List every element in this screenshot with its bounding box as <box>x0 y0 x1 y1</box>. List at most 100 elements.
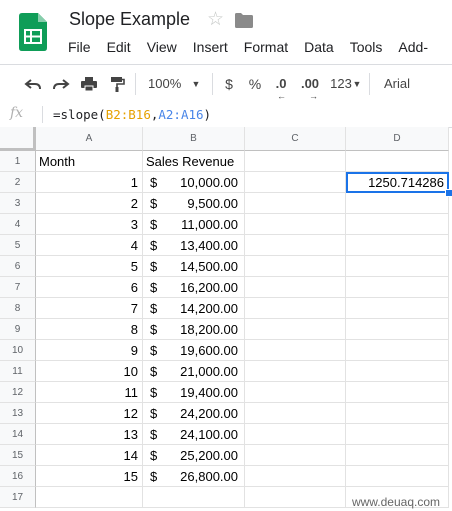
cell-a10[interactable]: 9 <box>36 340 143 361</box>
cell-a5[interactable]: 4 <box>36 235 143 256</box>
cell-d8[interactable] <box>346 298 449 319</box>
sheets-logo-icon[interactable] <box>19 13 47 51</box>
row-header-6[interactable]: 6 <box>0 256 36 277</box>
cell-header-month[interactable]: Month <box>36 151 143 172</box>
cell-b17[interactable] <box>143 487 245 508</box>
more-formats-button[interactable]: 123 <box>329 74 353 94</box>
cell-d14[interactable] <box>346 424 449 445</box>
cell-b10[interactable]: $19,600.00 <box>143 340 245 361</box>
cell-a12[interactable]: 11 <box>36 382 143 403</box>
cell-c8[interactable] <box>245 298 346 319</box>
cell-a11[interactable]: 10 <box>36 361 143 382</box>
row-header-9[interactable]: 9 <box>0 319 36 340</box>
row-header-16[interactable]: 16 <box>0 466 36 487</box>
fill-handle[interactable] <box>445 189 452 197</box>
cell-b11[interactable]: $21,000.00 <box>143 361 245 382</box>
row-header-10[interactable]: 10 <box>0 340 36 361</box>
cell-b8[interactable]: $14,200.00 <box>143 298 245 319</box>
cell-a2[interactable]: 1 <box>36 172 143 193</box>
row-header-4[interactable]: 4 <box>0 214 36 235</box>
cell-b14[interactable]: $24,100.00 <box>143 424 245 445</box>
formula-input[interactable]: =slope(B2:B16,A2:A16) <box>53 107 211 122</box>
cell-c12[interactable] <box>245 382 346 403</box>
row-header-13[interactable]: 13 <box>0 403 36 424</box>
cell-d1[interactable] <box>346 151 449 172</box>
document-title[interactable]: Slope Example <box>69 9 190 30</box>
column-header-d[interactable]: D <box>346 127 449 151</box>
cell-a8[interactable]: 7 <box>36 298 143 319</box>
cell-b15[interactable]: $25,200.00 <box>143 445 245 466</box>
zoom-dropdown-icon[interactable]: ▼ <box>190 74 202 94</box>
cell-d6[interactable] <box>346 256 449 277</box>
row-header-15[interactable]: 15 <box>0 445 36 466</box>
cell-d5[interactable] <box>346 235 449 256</box>
menu-file[interactable]: File <box>60 37 99 57</box>
column-header-c[interactable]: C <box>245 127 346 151</box>
zoom-select[interactable]: 100% <box>148 74 182 94</box>
cell-a4[interactable]: 3 <box>36 214 143 235</box>
paint-format-icon[interactable] <box>108 74 126 94</box>
menu-insert[interactable]: Insert <box>185 37 236 57</box>
cell-d7[interactable] <box>346 277 449 298</box>
cell-a3[interactable]: 2 <box>36 193 143 214</box>
star-icon[interactable]: ☆ <box>207 9 224 31</box>
cell-c9[interactable] <box>245 319 346 340</box>
cell-a15[interactable]: 14 <box>36 445 143 466</box>
cell-b5[interactable]: $13,400.00 <box>143 235 245 256</box>
percent-format-button[interactable]: % <box>248 74 262 94</box>
cell-c4[interactable] <box>245 214 346 235</box>
row-header-17[interactable]: 17 <box>0 487 36 508</box>
cell-b4[interactable]: $11,000.00 <box>143 214 245 235</box>
menu-tools[interactable]: Tools <box>342 37 391 57</box>
more-formats-dropdown-icon[interactable]: ▼ <box>352 74 362 94</box>
cell-a9[interactable]: 8 <box>36 319 143 340</box>
cell-c6[interactable] <box>245 256 346 277</box>
cell-c16[interactable] <box>245 466 346 487</box>
font-select[interactable]: Arial <box>384 74 414 94</box>
cell-b13[interactable]: $24,200.00 <box>143 403 245 424</box>
currency-format-button[interactable]: $ <box>222 74 236 94</box>
cell-c2[interactable] <box>245 172 346 193</box>
cell-d10[interactable] <box>346 340 449 361</box>
cell-b9[interactable]: $18,200.00 <box>143 319 245 340</box>
menu-edit[interactable]: Edit <box>99 37 139 57</box>
cell-b7[interactable]: $16,200.00 <box>143 277 245 298</box>
cell-c7[interactable] <box>245 277 346 298</box>
cell-c13[interactable] <box>245 403 346 424</box>
row-header-14[interactable]: 14 <box>0 424 36 445</box>
row-header-3[interactable]: 3 <box>0 193 36 214</box>
column-header-a[interactable]: A <box>36 127 143 151</box>
cell-a7[interactable]: 6 <box>36 277 143 298</box>
row-header-8[interactable]: 8 <box>0 298 36 319</box>
decrease-decimal-button[interactable]: .0 ← <box>272 74 290 101</box>
cell-b16[interactable]: $26,800.00 <box>143 466 245 487</box>
menu-format[interactable]: Format <box>236 37 296 57</box>
cell-d4[interactable] <box>346 214 449 235</box>
menu-view[interactable]: View <box>139 37 185 57</box>
row-header-11[interactable]: 11 <box>0 361 36 382</box>
cell-a6[interactable]: 5 <box>36 256 143 277</box>
cell-d2-selected[interactable]: 1250.714286 <box>346 172 449 193</box>
cell-c14[interactable] <box>245 424 346 445</box>
row-header-5[interactable]: 5 <box>0 235 36 256</box>
row-header-2[interactable]: 2 <box>0 172 36 193</box>
cell-d16[interactable] <box>346 466 449 487</box>
cell-header-sales[interactable]: Sales Revenue <box>143 151 245 172</box>
cell-c3[interactable] <box>245 193 346 214</box>
cell-c15[interactable] <box>245 445 346 466</box>
cell-c17[interactable] <box>245 487 346 508</box>
cell-b3[interactable]: $9,500.00 <box>143 193 245 214</box>
cell-a17[interactable] <box>36 487 143 508</box>
cell-d11[interactable] <box>346 361 449 382</box>
menu-data[interactable]: Data <box>296 37 342 57</box>
redo-icon[interactable] <box>52 74 70 94</box>
cell-a13[interactable]: 12 <box>36 403 143 424</box>
cell-d3[interactable] <box>346 193 449 214</box>
increase-decimal-button[interactable]: .00 → <box>298 74 322 101</box>
folder-icon[interactable] <box>235 13 253 28</box>
menu-addons[interactable]: Add-ons <box>390 37 452 75</box>
cell-b6[interactable]: $14,500.00 <box>143 256 245 277</box>
cell-a16[interactable]: 15 <box>36 466 143 487</box>
cell-c5[interactable] <box>245 235 346 256</box>
cell-d15[interactable] <box>346 445 449 466</box>
